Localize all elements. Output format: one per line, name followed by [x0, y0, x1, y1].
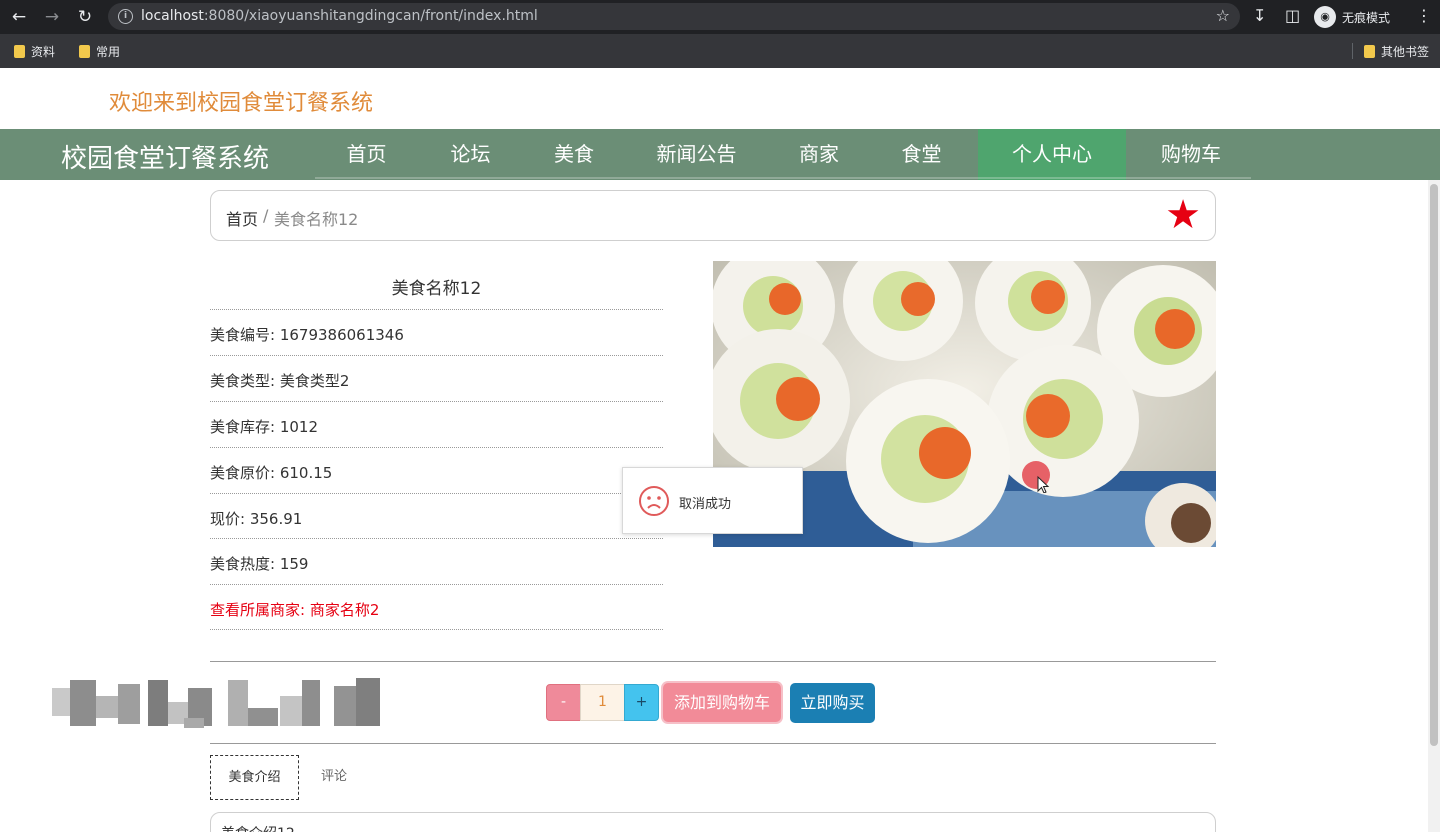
food-title: 美食名称12: [391, 279, 482, 299]
section-divider: [210, 661, 1216, 662]
incognito-label: 无痕模式: [1342, 10, 1391, 25]
folder-icon: [1364, 45, 1375, 58]
favorite-star-icon[interactable]: ★: [1165, 193, 1201, 237]
browser-toolbar: ← → ↻ i localhost:8080/xiaoyuanshitangdi…: [0, 0, 1440, 34]
info-row-type: 美食类型: 美食类型2: [210, 355, 663, 401]
info-divider: [210, 629, 663, 630]
intro-text: 美食介绍12: [221, 823, 295, 832]
bookmark-label: 资料: [31, 45, 56, 59]
mouse-cursor-icon: [1022, 461, 1050, 493]
breadcrumb: 首页 / 美食名称12 ★: [210, 190, 1216, 241]
download-icon[interactable]: ↧: [1253, 6, 1266, 25]
other-bookmarks-label: 其他书签: [1381, 45, 1430, 59]
folder-icon: [79, 45, 90, 58]
info-row-current-price: 现价: 356.91: [210, 493, 663, 539]
nav-merchant[interactable]: 商家: [768, 129, 870, 180]
url-host: localhost: [141, 8, 204, 24]
merchant-link[interactable]: 查看所属商家: 商家名称2: [210, 584, 663, 630]
toast-text: 取消成功: [679, 497, 732, 512]
nav-cart[interactable]: 购物车: [1131, 129, 1251, 180]
info-row-original-price: 美食原价: 610.15: [210, 447, 663, 493]
incognito-indicator[interactable]: ◉ 无痕模式: [1314, 5, 1390, 29]
add-to-cart-button[interactable]: 添加到购物车: [663, 683, 781, 722]
brand-title: 校园食堂订餐系统: [61, 144, 270, 174]
page-scrollbar[interactable]: [1428, 180, 1440, 832]
nav-forum[interactable]: 论坛: [418, 129, 523, 180]
intro-content-box: 美食介绍12: [210, 812, 1216, 832]
tab-food-intro[interactable]: 美食介绍: [210, 755, 299, 800]
bookmark-star-icon[interactable]: ☆: [1216, 6, 1230, 25]
nav-news[interactable]: 新闻公告: [625, 129, 768, 180]
info-row-popularity: 美食热度: 159: [210, 538, 663, 584]
buy-now-button[interactable]: 立即购买: [790, 683, 875, 723]
back-arrow-icon[interactable]: ←: [8, 6, 30, 28]
nav-personal-center[interactable]: 个人中心: [978, 129, 1126, 180]
address-bar[interactable]: i localhost:8080/xiaoyuanshitangdingcan/…: [108, 3, 1240, 30]
sad-face-icon: [639, 486, 669, 516]
main-navbar: 校园食堂订餐系统 首页 论坛 美食 新闻公告 商家 食堂 个人中心 购物车: [0, 129, 1440, 180]
toast-message: 取消成功: [622, 467, 803, 534]
bookmarks-bar: 资料 常用 其他书签: [0, 34, 1440, 68]
breadcrumb-current: 美食名称12: [274, 210, 359, 229]
quantity-minus-button[interactable]: -: [546, 684, 581, 721]
bookmark-folder-ziliao[interactable]: 资料: [14, 43, 55, 60]
welcome-text: 欢迎来到校园食堂订餐系统: [109, 91, 374, 116]
scrollbar-thumb[interactable]: [1430, 184, 1438, 746]
bookmark-label: 常用: [96, 45, 121, 59]
nav-canteen[interactable]: 食堂: [870, 129, 973, 180]
incognito-icon: ◉: [1314, 6, 1336, 28]
quantity-plus-button[interactable]: +: [624, 684, 659, 721]
breadcrumb-home[interactable]: 首页: [226, 206, 258, 230]
quantity-input[interactable]: 1: [580, 684, 625, 721]
info-row-id: 美食编号: 1679386061346: [210, 309, 663, 355]
folder-icon: [14, 45, 25, 58]
bookmark-folder-changyong[interactable]: 常用: [79, 43, 120, 60]
nav-home[interactable]: 首页: [315, 129, 418, 180]
menu-dots-icon[interactable]: ⋮: [1416, 6, 1432, 25]
nav-food[interactable]: 美食: [523, 129, 625, 180]
other-bookmarks[interactable]: 其他书签: [1364, 43, 1429, 60]
bookmarks-divider: [1352, 43, 1353, 59]
url-path: :8080/xiaoyuanshitangdingcan/front/index…: [203, 8, 538, 24]
forward-arrow-icon[interactable]: →: [41, 6, 63, 28]
tab-comments[interactable]: 评论: [306, 755, 362, 800]
reload-icon[interactable]: ↻: [74, 6, 96, 28]
nav-underline: [315, 177, 1251, 179]
side-panel-icon[interactable]: ◫: [1285, 6, 1300, 25]
section-divider: [210, 743, 1216, 744]
url-text: localhost:8080/xiaoyuanshitangdingcan/fr…: [141, 8, 538, 24]
pixelated-watermark: [48, 678, 390, 728]
info-row-stock: 美食库存: 1012: [210, 401, 663, 447]
site-info-icon[interactable]: i: [118, 9, 133, 24]
breadcrumb-separator: /: [263, 206, 269, 225]
